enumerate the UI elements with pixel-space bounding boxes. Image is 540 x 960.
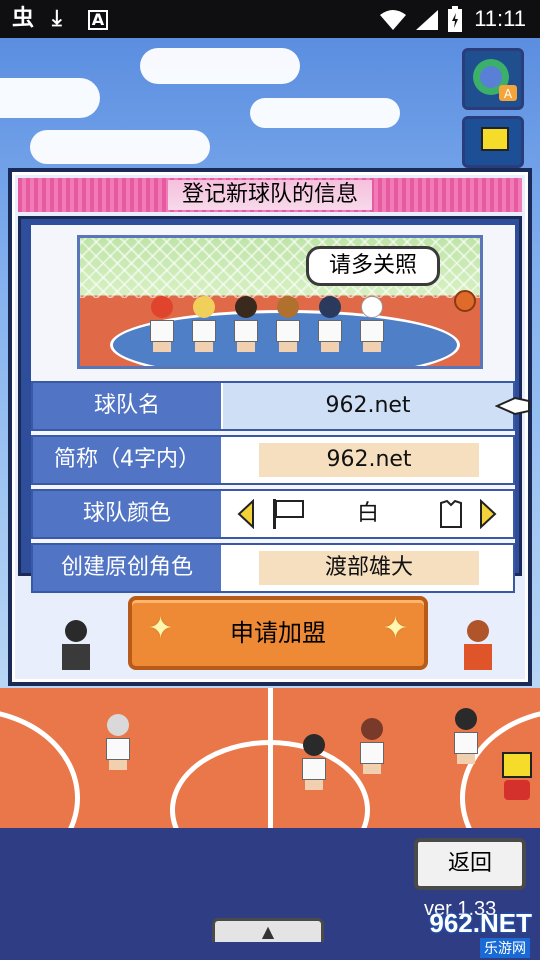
a-badge-icon: A bbox=[88, 10, 108, 30]
apply-join-button[interactable]: ✦ 申请加盟 ✦ bbox=[128, 596, 428, 670]
original-character-value: 渡部雄大 bbox=[259, 551, 479, 585]
team-name-label: 球队名 bbox=[33, 383, 221, 429]
dialog-panel: 请多关照 球队名 962.net 简称（4字内） 962.net 球队颜色 白 … bbox=[31, 225, 530, 593]
coach-character bbox=[56, 620, 96, 676]
kairobot-mascot bbox=[500, 752, 534, 802]
apply-join-label: 申请加盟 bbox=[230, 619, 326, 647]
account-sync-button[interactable]: A bbox=[462, 48, 524, 110]
watermark-logo: 962.NET 乐游网 bbox=[400, 908, 536, 958]
court-character bbox=[452, 708, 480, 764]
team-player bbox=[274, 296, 302, 352]
team-color-value: 白 bbox=[356, 501, 379, 526]
original-character-row[interactable]: 创建原创角色 渡部雄大 bbox=[31, 543, 515, 593]
kairobot-button[interactable] bbox=[462, 116, 524, 168]
team-scene-image: 请多关照 bbox=[77, 235, 483, 369]
team-color-row: 球队颜色 白 bbox=[31, 489, 515, 539]
color-next-arrow[interactable] bbox=[479, 499, 497, 529]
download-icon: ⤓ bbox=[52, 6, 62, 31]
battery-charging-icon bbox=[448, 6, 462, 32]
dialog-title: 登记新球队的信息 bbox=[167, 180, 372, 210]
team-name-row[interactable]: 球队名 962.net bbox=[31, 381, 530, 431]
original-character-label: 创建原创角色 bbox=[33, 545, 221, 591]
team-player bbox=[148, 296, 176, 352]
team-registration-dialog: 登记新球队的信息 请多关照 球队名 962.net 简称（4字内） 962.ne… bbox=[8, 168, 532, 686]
caret-up-icon: ▲ bbox=[261, 922, 275, 941]
svg-text:A: A bbox=[504, 87, 513, 101]
short-name-value: 962.net bbox=[259, 443, 479, 477]
team-player bbox=[316, 296, 344, 352]
short-name-label: 简称（4字内） bbox=[33, 437, 221, 483]
jersey-icon bbox=[440, 499, 462, 528]
team-player bbox=[232, 296, 260, 352]
team-player bbox=[358, 296, 386, 352]
back-button[interactable]: 返回 bbox=[414, 838, 526, 890]
team-name-value: 962.net bbox=[325, 393, 411, 418]
sparkle-icon: ✦ bbox=[382, 611, 408, 646]
kairobot-icon bbox=[481, 127, 509, 151]
status-bar: 虫 ⤓ A 11:11 bbox=[0, 0, 540, 38]
pointing-hand-icon bbox=[495, 396, 530, 416]
team-player bbox=[190, 296, 218, 352]
watermark-text: 962.NET bbox=[429, 908, 532, 938]
sparkle-icon: ✦ bbox=[148, 611, 174, 646]
expand-menu-tab[interactable]: ▲ bbox=[212, 918, 324, 942]
dialog-title-bar: 登记新球队的信息 bbox=[18, 178, 522, 212]
bug-icon: 虫 bbox=[12, 6, 35, 31]
watermark-subtext: 乐游网 bbox=[480, 938, 530, 958]
court-character bbox=[358, 718, 386, 774]
team-color-label: 球队颜色 bbox=[33, 491, 221, 537]
basketball-icon bbox=[454, 290, 476, 312]
cheerleader-character bbox=[458, 620, 498, 676]
short-name-row[interactable]: 简称（4字内） 962.net bbox=[31, 435, 515, 485]
speech-bubble: 请多关照 bbox=[306, 246, 440, 286]
sync-icon: A bbox=[473, 59, 517, 101]
signal-icon bbox=[416, 10, 438, 30]
dialog-body: 请多关照 球队名 962.net 简称（4字内） 962.net 球队颜色 白 … bbox=[18, 216, 530, 593]
court-character bbox=[300, 734, 328, 790]
court-character bbox=[104, 714, 132, 770]
wifi-icon bbox=[380, 10, 406, 30]
clock: 11:11 bbox=[474, 6, 526, 31]
